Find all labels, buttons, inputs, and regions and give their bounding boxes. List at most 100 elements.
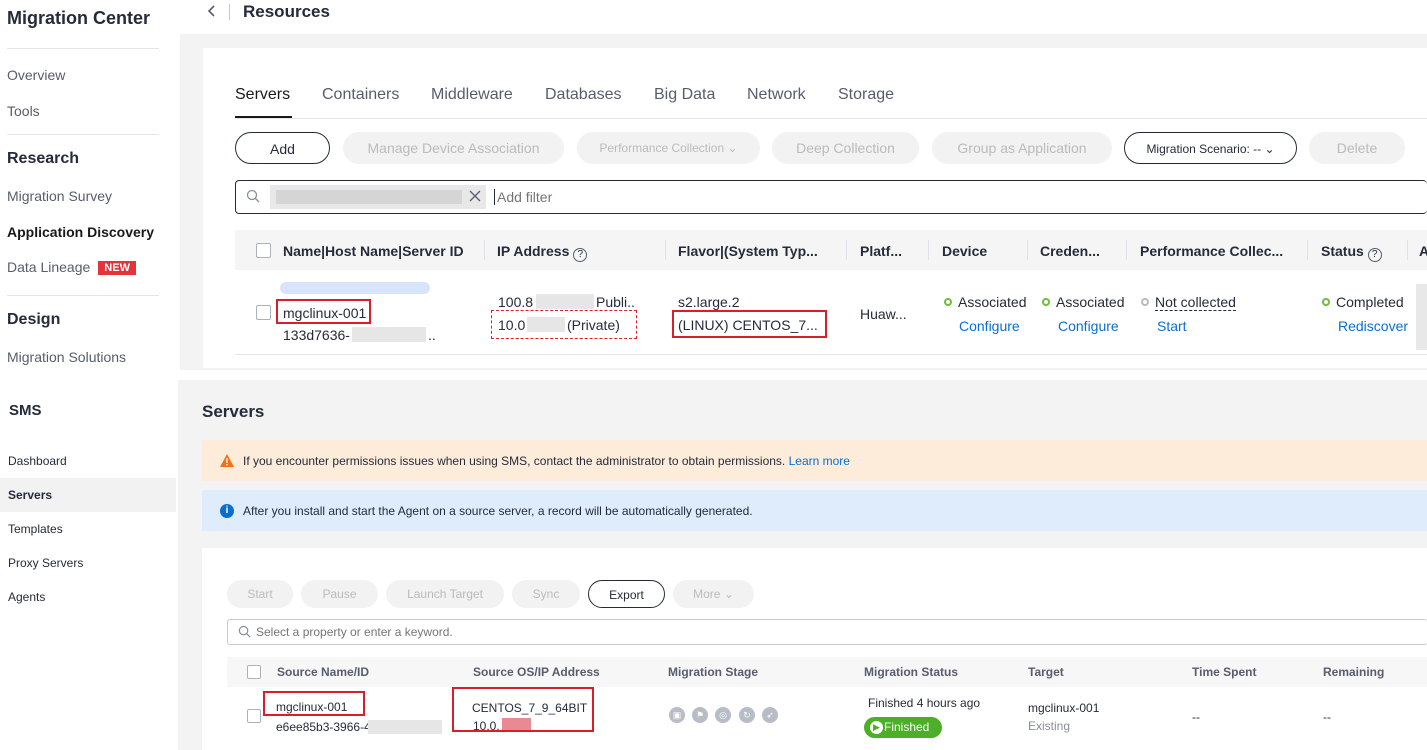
more-dropdown[interactable]: More ⌄ bbox=[673, 580, 754, 608]
delete-button[interactable]: Delete bbox=[1309, 132, 1405, 164]
status-label: Associated bbox=[1056, 294, 1125, 310]
highlight-box bbox=[263, 691, 365, 716]
column-header-source-os[interactable]: Source OS/IP Address bbox=[473, 665, 600, 679]
add-filter-input[interactable] bbox=[497, 186, 797, 208]
status-dot-icon bbox=[1322, 298, 1330, 306]
column-header-remaining[interactable]: Remaining bbox=[1323, 665, 1384, 679]
sidebar-item-data-lineage[interactable]: Data Lineage NEW bbox=[7, 259, 136, 275]
tab-middleware[interactable]: Middleware bbox=[431, 86, 513, 104]
divider bbox=[7, 134, 159, 135]
source-id: e6ee85b3-3966-4 bbox=[276, 720, 371, 734]
remaining: -- bbox=[1323, 710, 1331, 724]
tab-databases[interactable]: Databases bbox=[545, 86, 622, 104]
property-search-input[interactable] bbox=[256, 622, 656, 642]
sidebar-group-research: Research bbox=[7, 150, 80, 167]
finished-badge: ▶ Finished bbox=[864, 717, 942, 738]
migration-scenario-dropdown[interactable]: Migration Scenario: -- ⌄ bbox=[1124, 132, 1297, 164]
page-title: Servers bbox=[202, 402, 265, 421]
column-header-ip[interactable]: IP Address ? bbox=[497, 243, 588, 262]
target-state: Existing bbox=[1028, 719, 1071, 733]
button-label: Performance Collection bbox=[599, 141, 725, 155]
page-header bbox=[180, 0, 1427, 34]
column-header-device[interactable]: Device bbox=[942, 243, 987, 259]
sidebar-item-migration-solutions[interactable]: Migration Solutions bbox=[7, 349, 126, 365]
sidebar-item-tools[interactable]: Tools bbox=[7, 103, 40, 119]
tab-network[interactable]: Network bbox=[747, 86, 806, 104]
tab-big-data[interactable]: Big Data bbox=[654, 86, 715, 104]
row-checkbox[interactable] bbox=[256, 305, 271, 320]
close-icon[interactable] bbox=[468, 189, 482, 208]
launch-target-button[interactable]: Launch Target bbox=[386, 580, 504, 608]
warning-text: If you encounter permissions issues when… bbox=[243, 454, 850, 468]
tab-containers[interactable]: Containers bbox=[322, 86, 399, 104]
column-header-platform[interactable]: Platf... bbox=[860, 243, 902, 259]
text-cursor bbox=[494, 189, 495, 205]
credential-configure-link[interactable]: Configure bbox=[1058, 318, 1119, 334]
sidebar-item-templates[interactable]: Templates bbox=[0, 512, 176, 546]
sidebar-item-dashboard[interactable]: Dashboard bbox=[0, 444, 176, 478]
help-icon[interactable]: ? bbox=[1367, 248, 1382, 262]
performance-status: Not collected bbox=[1141, 294, 1236, 311]
start-button[interactable]: Start bbox=[227, 580, 293, 608]
sidebar-item-overview[interactable]: Overview bbox=[7, 67, 65, 83]
divider bbox=[7, 295, 159, 296]
device-configure-link[interactable]: Configure bbox=[959, 318, 1020, 334]
target-name-link[interactable]: mgclinux-001 bbox=[1028, 701, 1099, 715]
row-divider bbox=[235, 354, 1427, 355]
select-all-checkbox[interactable] bbox=[256, 243, 271, 258]
redacted-filter-value bbox=[276, 190, 462, 204]
column-header-flavor[interactable]: Flavor|(System Typ... bbox=[678, 243, 818, 259]
stage-sync-icon: ↻ bbox=[739, 707, 755, 723]
sidebar-item-servers[interactable]: Servers bbox=[0, 478, 176, 512]
group-as-application-button[interactable]: Group as Application bbox=[932, 132, 1112, 164]
export-button[interactable]: Export bbox=[588, 580, 665, 608]
column-header-performance[interactable]: Performance Collec... bbox=[1140, 243, 1283, 259]
sync-button[interactable]: Sync bbox=[512, 580, 580, 608]
performance-start-link[interactable]: Start bbox=[1157, 318, 1187, 334]
sidebar-item-migration-survey[interactable]: Migration Survey bbox=[7, 188, 112, 204]
row-checkbox[interactable] bbox=[247, 709, 261, 723]
column-header-name[interactable]: Name|Host Name|Server ID bbox=[283, 243, 464, 259]
column-header-migration-status[interactable]: Migration Status bbox=[864, 665, 958, 679]
status-dot-icon bbox=[944, 298, 952, 306]
column-header-a[interactable]: A bbox=[1419, 243, 1427, 259]
highlight-box bbox=[276, 299, 371, 324]
column-header-status[interactable]: Status ? bbox=[1321, 243, 1382, 262]
status-dot-icon bbox=[1042, 298, 1050, 306]
rediscover-link[interactable]: Rediscover bbox=[1338, 318, 1408, 334]
sidebar-item-proxy-servers[interactable]: Proxy Servers bbox=[0, 546, 176, 580]
tab-storage[interactable]: Storage bbox=[838, 86, 894, 104]
column-header-source-name[interactable]: Source Name/ID bbox=[277, 665, 369, 679]
redacted-label bbox=[280, 282, 430, 294]
time-spent: -- bbox=[1192, 710, 1200, 724]
column-header-time-spent[interactable]: Time Spent bbox=[1192, 665, 1256, 679]
page-title: Resources bbox=[243, 2, 330, 21]
column-header-target[interactable]: Target bbox=[1028, 665, 1064, 679]
chevron-left-icon[interactable] bbox=[206, 3, 218, 24]
add-button[interactable]: Add bbox=[235, 132, 330, 164]
badge-label: Finished bbox=[884, 720, 930, 734]
manage-device-association-button[interactable]: Manage Device Association bbox=[343, 132, 564, 164]
scrollbar[interactable] bbox=[1416, 284, 1427, 350]
stage-flag-icon: ⚑ bbox=[692, 707, 708, 723]
sidebar-item-label: Data Lineage bbox=[7, 259, 91, 275]
ip-public-prefix: 100.8 bbox=[498, 294, 534, 310]
pause-button[interactable]: Pause bbox=[301, 580, 378, 608]
ip-public-suffix: Publi.. bbox=[596, 294, 635, 310]
performance-collection-button[interactable]: Performance Collection ⌄ bbox=[577, 132, 760, 164]
warning-icon bbox=[220, 454, 234, 472]
help-icon[interactable]: ? bbox=[573, 248, 588, 262]
column-divider bbox=[484, 240, 485, 260]
sidebar-item-agents[interactable]: Agents bbox=[0, 580, 176, 614]
column-header-migration-stage[interactable]: Migration Stage bbox=[668, 665, 758, 679]
column-header-credential[interactable]: Creden... bbox=[1040, 243, 1100, 259]
flavor: s2.large.2 bbox=[678, 294, 740, 310]
learn-more-link[interactable]: Learn more bbox=[789, 454, 850, 468]
column-divider bbox=[928, 240, 929, 260]
tab-servers[interactable]: Servers bbox=[235, 86, 290, 104]
deep-collection-button[interactable]: Deep Collection bbox=[772, 132, 919, 164]
select-all-checkbox[interactable] bbox=[247, 665, 261, 679]
search-icon bbox=[238, 625, 251, 643]
credential-status: Associated bbox=[1042, 294, 1124, 310]
sidebar-item-application-discovery[interactable]: Application Discovery bbox=[7, 224, 154, 240]
